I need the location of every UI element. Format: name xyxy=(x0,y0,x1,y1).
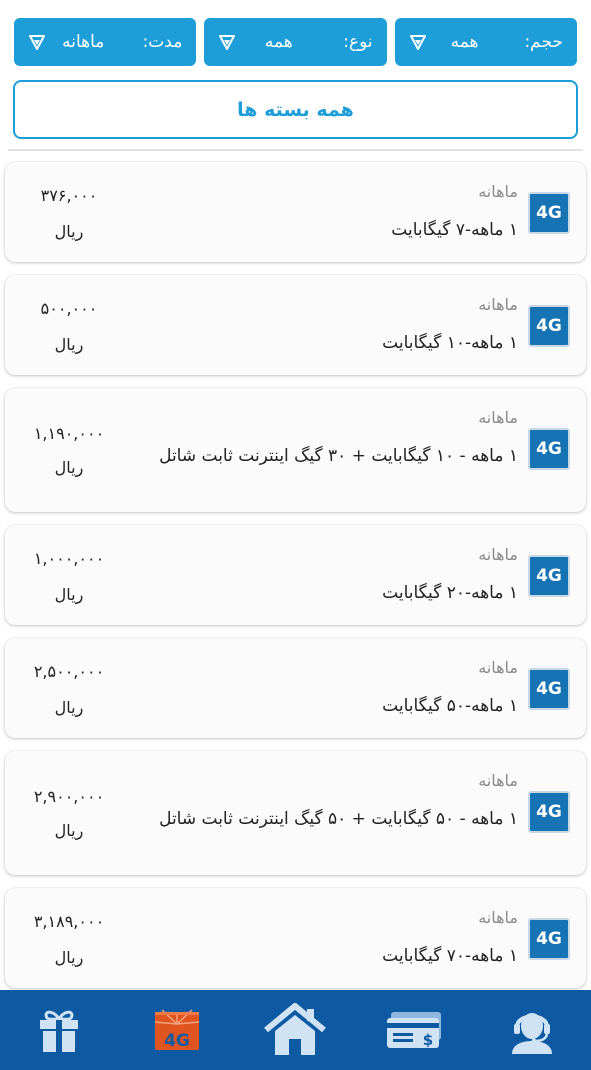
4g-sim-icon: 4G xyxy=(155,1009,200,1051)
package-period: ماهانه xyxy=(478,908,518,927)
package-period: ماهانه xyxy=(478,545,518,564)
volume-filter[interactable]: حجم: همه xyxy=(394,18,577,66)
type-filter-value: همه xyxy=(264,32,293,52)
4g-badge-icon: 4G xyxy=(528,428,570,470)
volume-filter-label: حجم: xyxy=(524,32,563,52)
support-icon xyxy=(511,1013,552,1054)
nav-gifts[interactable] xyxy=(19,995,99,1065)
package-title: ۱ ماهه-۷ گیگابایت xyxy=(391,220,518,240)
package-period: ماهانه xyxy=(478,771,518,790)
package-currency: ریال xyxy=(54,335,84,354)
filter-funnel-icon xyxy=(219,35,236,50)
package-card[interactable]: 4G ماهانه ۱ ماهه-۷ گیگابایت ۳۷۶,۰۰۰ ریال xyxy=(5,162,586,262)
4g-badge-icon: 4G xyxy=(528,918,570,960)
package-period: ماهانه xyxy=(478,408,518,427)
package-card[interactable]: 4G ماهانه ۱ ماهه - ۱۰ گیگابایت + ۳۰ گیگ … xyxy=(5,388,586,512)
package-card[interactable]: 4G ماهانه ۱ ماهه-۵۰ گیگابایت ۲,۵۰۰,۰۰۰ ر… xyxy=(5,638,586,738)
bottom-navigation: 4G $ xyxy=(0,990,591,1070)
package-price: ۳۷۶,۰۰۰ xyxy=(40,186,98,205)
package-currency: ریال xyxy=(54,698,84,717)
nav-billing[interactable]: $ xyxy=(374,995,454,1065)
package-list: 4G ماهانه ۱ ماهه-۷ گیگابایت ۳۷۶,۰۰۰ ریال… xyxy=(5,162,586,1001)
package-currency: ریال xyxy=(54,948,84,967)
filter-bar: مدت: ماهانه نوع: همه حجم: همه xyxy=(14,18,577,66)
duration-filter-label: مدت: xyxy=(142,32,183,52)
package-currency: ریال xyxy=(54,222,84,241)
package-period: ماهانه xyxy=(478,182,518,201)
package-title: ۱ ماهه-۲۰ گیگابایت xyxy=(382,583,518,603)
filter-funnel-icon xyxy=(409,35,426,50)
nav-packages[interactable]: 4G xyxy=(137,995,217,1065)
gift-icon xyxy=(40,1010,79,1052)
package-period: ماهانه xyxy=(478,658,518,677)
package-card[interactable]: 4G ماهانه ۱ ماهه-۷۰ گیگابایت ۳,۱۸۹,۰۰۰ ر… xyxy=(5,888,586,988)
duration-filter[interactable]: مدت: ماهانه xyxy=(14,18,197,66)
4g-sim-label: 4G xyxy=(164,1031,190,1051)
package-title: ۱ ماهه-۵۰ گیگابایت xyxy=(382,696,518,716)
package-card[interactable]: 4G ماهانه ۱ ماهه-۱۰ گیگابایت ۵۰۰,۰۰۰ ریا… xyxy=(5,275,586,375)
app-screen: مدت: ماهانه نوع: همه حجم: همه همه بسته ه… xyxy=(0,0,591,1070)
package-title: ۱ ماهه - ۱۰ گیگابایت + ۳۰ گیگ اینترنت ثا… xyxy=(159,446,518,466)
4g-badge-icon: 4G xyxy=(528,305,570,347)
type-filter-label: نوع: xyxy=(343,32,373,52)
4g-badge-icon: 4G xyxy=(528,791,570,833)
package-currency: ریال xyxy=(54,458,84,477)
package-price: ۲,۵۰۰,۰۰۰ xyxy=(33,662,105,681)
divider xyxy=(8,149,583,151)
billing-icon: $ xyxy=(386,1012,441,1049)
duration-filter-value: ماهانه xyxy=(62,32,105,52)
package-title: ۱ ماهه - ۵۰ گیگابایت + ۵۰ گیگ اینترنت ثا… xyxy=(159,809,518,829)
4g-badge-icon: 4G xyxy=(528,555,570,597)
package-price: ۱,۱۹۰,۰۰۰ xyxy=(33,424,105,443)
volume-filter-value: همه xyxy=(450,32,479,52)
svg-text:$: $ xyxy=(422,1031,432,1049)
package-price: ۱,۰۰۰,۰۰۰ xyxy=(33,549,105,568)
4g-badge-icon: 4G xyxy=(528,668,570,710)
4g-badge-icon: 4G xyxy=(528,192,570,234)
package-card[interactable]: 4G ماهانه ۱ ماهه-۲۰ گیگابایت ۱,۰۰۰,۰۰۰ ر… xyxy=(5,525,586,625)
nav-home[interactable] xyxy=(255,995,335,1065)
package-price: ۳,۱۸۹,۰۰۰ xyxy=(33,912,105,931)
all-packages-button[interactable]: همه بسته ها xyxy=(13,80,578,139)
package-card[interactable]: 4G ماهانه ۱ ماهه - ۵۰ گیگابایت + ۵۰ گیگ … xyxy=(5,751,586,875)
nav-support[interactable] xyxy=(492,995,572,1065)
package-currency: ریال xyxy=(54,585,84,604)
package-price: ۲,۹۰۰,۰۰۰ xyxy=(33,787,105,806)
filter-funnel-icon xyxy=(29,35,45,50)
type-filter[interactable]: نوع: همه xyxy=(204,18,387,66)
package-title: ۱ ماهه-۱۰ گیگابایت xyxy=(382,333,518,353)
package-period: ماهانه xyxy=(478,295,518,314)
home-icon xyxy=(264,1003,327,1055)
package-price: ۵۰۰,۰۰۰ xyxy=(40,299,98,318)
package-currency: ریال xyxy=(54,821,84,840)
package-title: ۱ ماهه-۷۰ گیگابایت xyxy=(382,946,518,966)
